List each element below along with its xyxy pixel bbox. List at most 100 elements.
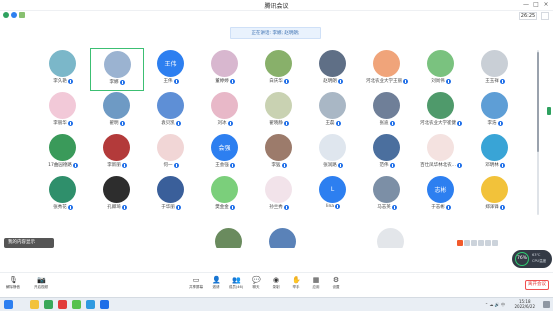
participant-tile[interactable]: 张迪 xyxy=(360,90,414,133)
chat-icon: 💬 xyxy=(252,276,261,284)
ime-punct-icon[interactable] xyxy=(471,239,477,246)
avatar xyxy=(211,50,238,77)
participant-tile[interactable]: 郑泽锋 xyxy=(468,174,522,217)
participant-name: 邓明林 xyxy=(485,163,499,168)
clock[interactable]: 15:18 2022/6/22 xyxy=(514,299,535,309)
ime-keyboard-icon[interactable] xyxy=(492,239,498,246)
participant-tile[interactable]: 马志英 xyxy=(360,174,414,217)
participant-tile[interactable]: 于华丽 xyxy=(144,174,198,217)
participant-tile[interactable]: 李娜 xyxy=(90,48,144,91)
participant-tile[interactable]: 会强 王会强 xyxy=(198,132,252,175)
meeting-status-icons xyxy=(3,12,25,18)
participant-tile[interactable]: 百仕凤华林北农... xyxy=(414,132,468,175)
wps-icon[interactable] xyxy=(58,300,67,309)
avatar xyxy=(319,50,346,77)
ime-toolbar[interactable] xyxy=(457,238,500,247)
participant-tile[interactable]: 李猛 xyxy=(252,132,306,175)
avatar xyxy=(211,92,238,119)
cpu-percent: 76% xyxy=(515,252,529,266)
participant-name-row: 李丽华 xyxy=(36,120,90,126)
cpu-temp-label: CPU温度 xyxy=(532,259,547,263)
mic-icon xyxy=(335,120,341,126)
participant-tile[interactable]: Llina xyxy=(306,174,360,217)
info-icon[interactable] xyxy=(11,12,17,18)
app-icon[interactable] xyxy=(72,300,81,309)
wechat-icon[interactable] xyxy=(44,300,53,309)
tencent-meeting-icon[interactable] xyxy=(100,300,109,309)
mic-muted-button[interactable]: 🎙 解除静音 xyxy=(4,276,22,290)
participant-name-row: 孙兰秀 xyxy=(252,204,306,210)
participant-tile[interactable]: 张秀花 xyxy=(36,174,90,217)
participant-tile[interactable]: 王伟 王伟 xyxy=(144,48,198,91)
participant-tile[interactable]: 17曲园德路 xyxy=(36,132,90,175)
avatar xyxy=(49,92,76,119)
minimize-button[interactable]: — xyxy=(521,1,531,8)
participant-tile[interactable]: 樊金金 xyxy=(198,174,252,217)
participant-tile[interactable]: 刘尚伟 xyxy=(414,48,468,91)
ime-logo-icon[interactable] xyxy=(457,239,463,246)
participant-name-row: 刘尚伟 xyxy=(414,78,468,84)
participant-tile[interactable]: 翟晓静 xyxy=(252,90,306,133)
participant-tile[interactable]: 河北农业大学王丽 xyxy=(360,48,414,91)
participant-tile[interactable]: 李新丽 xyxy=(90,132,144,175)
participant-tile[interactable]: 志彬 于志彬 xyxy=(414,174,468,217)
ime-voice-icon[interactable] xyxy=(485,239,491,246)
avatar xyxy=(49,134,76,161)
participant-tile[interactable]: 范伟 xyxy=(360,132,414,175)
browser-icon[interactable] xyxy=(86,300,95,309)
ime-lang-icon[interactable] xyxy=(464,239,470,246)
network-icon[interactable] xyxy=(3,12,9,18)
screen-share-button[interactable]: ▭ 共享屏幕 xyxy=(187,276,205,290)
ime-emoji-icon[interactable] xyxy=(478,239,484,246)
toolbar-label: 应用 xyxy=(312,285,320,289)
chat-toast[interactable]: 我的内容显示 xyxy=(4,238,54,248)
maximize-button[interactable]: □ xyxy=(531,1,541,8)
participant-tile[interactable]: 白庆华 xyxy=(252,48,306,91)
participant-tile[interactable]: 李久艳 xyxy=(36,48,90,91)
participant-name-row: 李娜 xyxy=(91,79,143,85)
toolbar-label: 邀请 xyxy=(212,285,220,289)
camera-off-button[interactable]: 📷 开启视频 xyxy=(32,276,50,290)
file-explorer-icon[interactable] xyxy=(30,300,39,309)
participant-tile[interactable]: 王玉祥 xyxy=(468,48,522,91)
participant-tile[interactable]: 王磊 xyxy=(306,90,360,133)
participant-tile[interactable] xyxy=(256,226,310,248)
leave-meeting-button[interactable]: 离开会议 xyxy=(525,280,549,290)
participant-name-row: 河北农业大学王丽 xyxy=(360,78,414,84)
system-tray[interactable]: ⌃ ☁ 🔊 中 xyxy=(485,302,505,308)
participant-tile[interactable]: 李浩 xyxy=(468,90,522,133)
participant-name-row: lina xyxy=(306,204,360,209)
participant-tile[interactable] xyxy=(364,226,418,248)
members-button[interactable]: 👥 成员(46) xyxy=(227,276,245,290)
participant-tile[interactable]: 赵明朗 xyxy=(306,48,360,91)
participant-tile[interactable]: 袁贝凯 xyxy=(144,90,198,133)
signal-icon xyxy=(19,12,25,18)
participant-tile[interactable]: 何一 xyxy=(144,132,198,175)
close-button[interactable]: × xyxy=(541,1,551,8)
chat-button[interactable]: 💬 聊天 xyxy=(247,276,265,290)
participant-tile[interactable]: 邓明林 xyxy=(468,132,522,175)
notification-icon[interactable] xyxy=(543,301,550,308)
participant-tile[interactable]: 孙兰秀 xyxy=(252,174,306,217)
performance-widget[interactable]: 76% 63℃ CPU温度 xyxy=(512,250,552,268)
layout-button[interactable] xyxy=(541,12,549,20)
scrollbar-thumb[interactable] xyxy=(537,52,539,152)
participant-name-row: 袁贝凯 xyxy=(144,120,198,126)
apps-button[interactable]: ▦ 应用 xyxy=(307,276,325,290)
participant-tile[interactable]: 翟明 xyxy=(90,90,144,133)
participant-tile[interactable]: 孔卿琦 xyxy=(90,174,144,217)
participant-tile[interactable]: 董婷婷 xyxy=(198,48,252,91)
participant-tile[interactable]: 张润路 xyxy=(306,132,360,175)
settings-button[interactable]: ⚙ 设置 xyxy=(327,276,345,290)
participant-name-row: 李新丽 xyxy=(90,162,144,168)
record-button[interactable]: ◉ 录制 xyxy=(267,276,285,290)
raise-hand-button[interactable]: ✋ 举手 xyxy=(287,276,305,290)
invite-button[interactable]: 👤 邀请 xyxy=(207,276,225,290)
participant-name-row: 郑泽锋 xyxy=(468,204,522,210)
start-icon[interactable] xyxy=(4,300,13,309)
side-panel-handle[interactable] xyxy=(547,107,551,115)
participant-tile[interactable] xyxy=(202,226,256,248)
participant-tile[interactable]: 刘冰 xyxy=(198,90,252,133)
participant-tile[interactable]: 河北农业大学崔健 xyxy=(414,90,468,133)
participant-tile[interactable]: 李丽华 xyxy=(36,90,90,133)
